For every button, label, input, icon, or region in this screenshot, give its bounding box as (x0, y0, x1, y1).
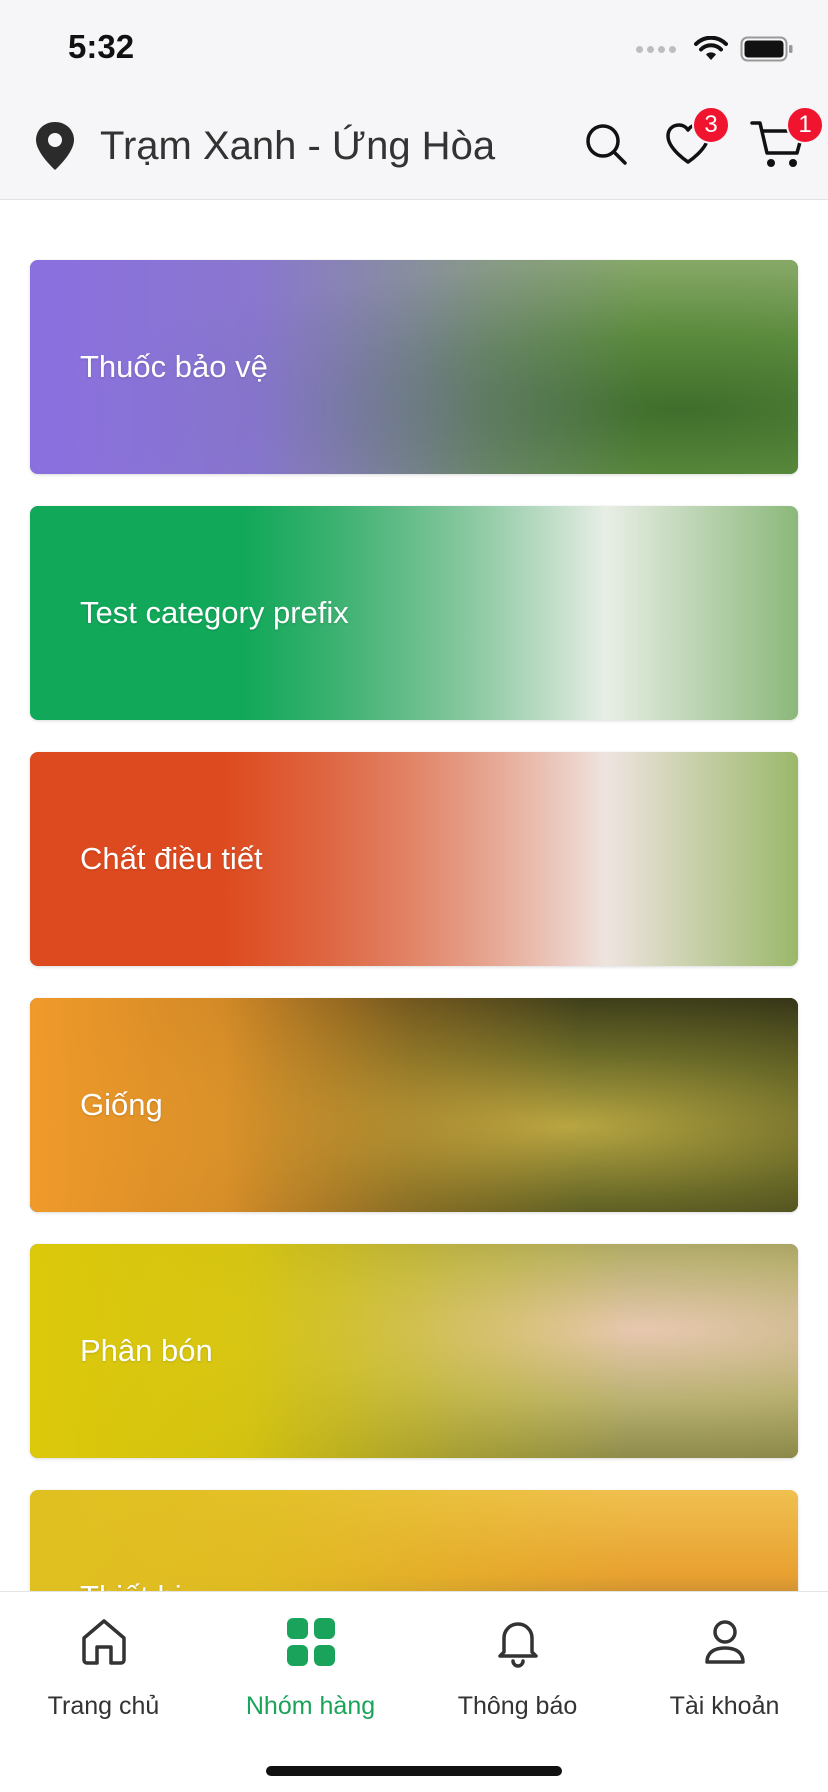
category-label: Thuốc bảo vệ (80, 349, 268, 384)
battery-icon (740, 36, 793, 62)
category-card-test-category-prefix[interactable]: Test category prefix (30, 506, 798, 720)
wishlist-button[interactable]: 3 (662, 106, 730, 170)
signal-icon (636, 45, 676, 53)
nav-item-notifications[interactable]: Thông báo (414, 1614, 621, 1721)
user-icon (704, 1620, 745, 1664)
category-card-thuoc-bao-ve[interactable]: Thuốc bảo vệ (30, 260, 798, 474)
category-card-giong[interactable]: Giống (30, 998, 798, 1212)
home-indicator (266, 1766, 562, 1776)
nav-item-account[interactable]: Tài khoản (621, 1614, 828, 1721)
wifi-icon (694, 36, 728, 60)
location-name[interactable]: Trạm Xanh - Ứng Hòa (100, 120, 495, 172)
nav-label: Thông báo (457, 1692, 578, 1720)
nav-item-home[interactable]: Trang chủ (0, 1614, 207, 1721)
home-icon (81, 1619, 126, 1665)
category-label: Giống (80, 1087, 163, 1122)
location-pin-icon[interactable] (32, 120, 78, 172)
search-icon (586, 124, 627, 165)
category-image (30, 1490, 798, 1591)
bottom-nav: Trang chủ Nhóm hàng Thông báo Tài khoản (0, 1591, 828, 1792)
status-bar: 5:32 (0, 0, 828, 96)
status-time: 5:32 (68, 28, 135, 65)
nav-label: Nhóm hàng (245, 1692, 376, 1720)
nav-item-categories[interactable]: Nhóm hàng (207, 1614, 414, 1721)
category-label: Chất điều tiết (80, 841, 263, 876)
category-label: Phân bón (80, 1333, 213, 1368)
nav-label: Tài khoản (669, 1692, 780, 1720)
category-card-thiet-bi[interactable]: Thiết bị (30, 1490, 798, 1591)
category-list[interactable]: Thuốc bảo vệ Test category prefix Chất đ… (0, 201, 828, 1591)
search-button[interactable] (580, 118, 632, 170)
bell-icon (497, 1622, 538, 1668)
cart-button[interactable]: 1 (748, 106, 824, 170)
category-card-chat-dieu-tiet[interactable]: Chất điều tiết (30, 752, 798, 966)
category-label: Thiết bị (80, 1579, 182, 1591)
cart-badge: 1 (786, 106, 824, 144)
wishlist-badge: 3 (692, 106, 730, 144)
category-card-phan-bon[interactable]: Phân bón (30, 1244, 798, 1458)
category-label: Test category prefix (80, 595, 349, 630)
nav-label: Trang chủ (47, 1692, 160, 1720)
header: Trạm Xanh - Ứng Hòa 3 1 (0, 96, 828, 200)
grid-icon (286, 1618, 335, 1666)
status-icons (636, 36, 794, 62)
